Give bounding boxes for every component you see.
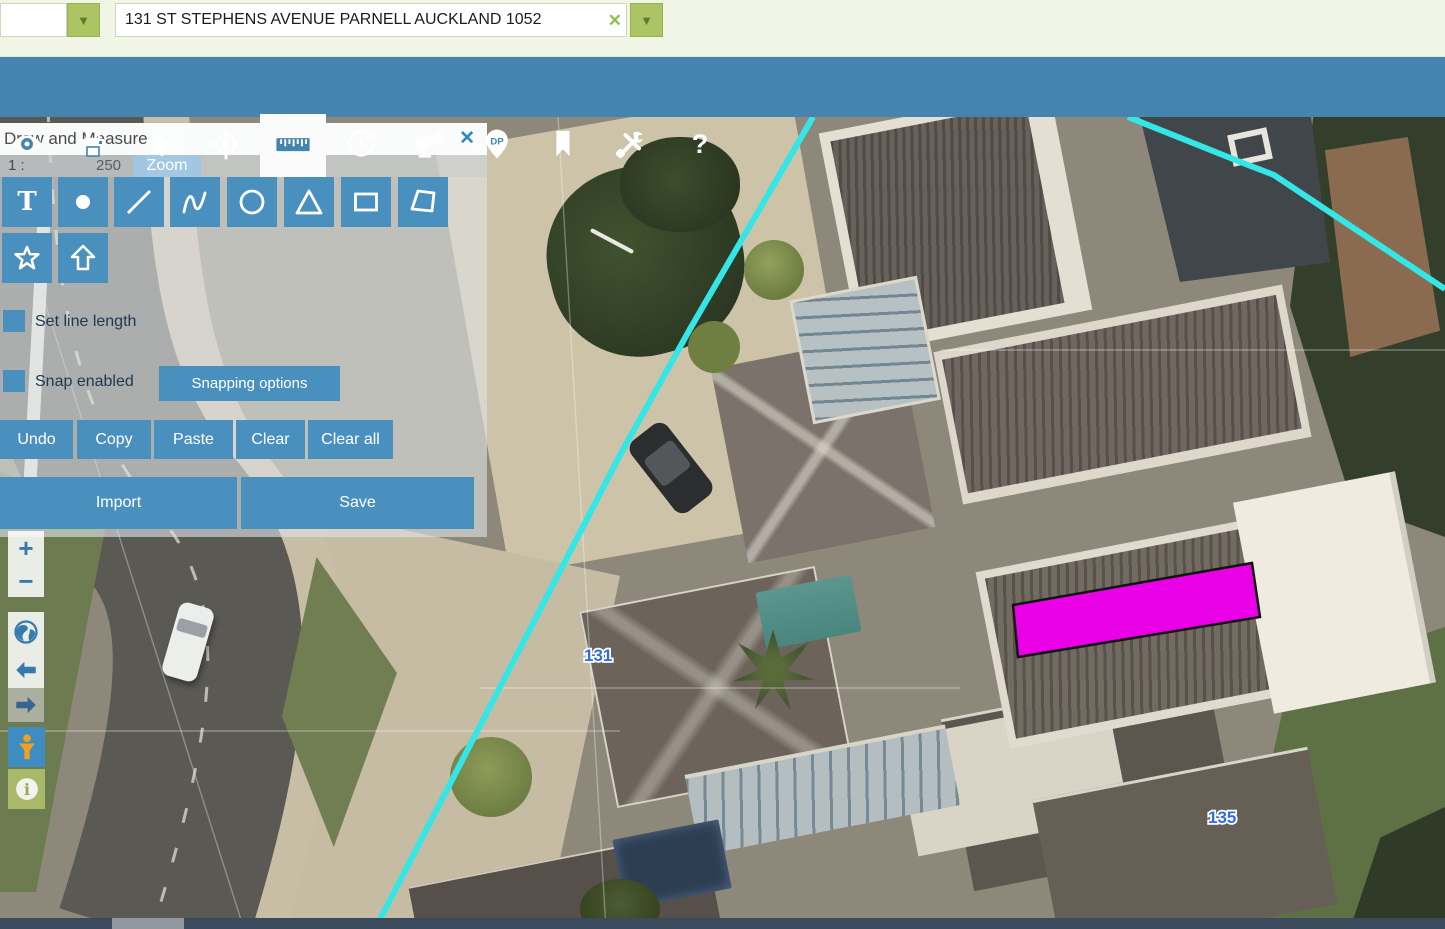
address-dropdown-button[interactable]: ▼ bbox=[630, 3, 663, 37]
info-icon: i bbox=[13, 775, 41, 803]
locate-button[interactable] bbox=[202, 120, 250, 168]
street-view-button[interactable] bbox=[406, 120, 454, 168]
secondary-select-field[interactable] bbox=[0, 3, 67, 37]
view-layers-button[interactable] bbox=[3, 120, 51, 168]
bookmarks-button[interactable] bbox=[539, 120, 587, 168]
measure-button[interactable] bbox=[269, 120, 317, 168]
clear-search-icon[interactable]: ✕ bbox=[608, 11, 622, 31]
wrench-screwdriver-icon bbox=[612, 126, 648, 162]
star-icon bbox=[9, 240, 45, 276]
rectangle-icon bbox=[348, 184, 384, 220]
minus-icon: − bbox=[18, 568, 33, 594]
address-search-input[interactable] bbox=[116, 4, 626, 36]
tool-circle[interactable] bbox=[227, 177, 277, 227]
snap-enabled-checkbox[interactable] bbox=[3, 370, 25, 392]
snap-enabled-label: Snap enabled bbox=[35, 373, 134, 391]
previous-extent-button[interactable] bbox=[8, 652, 44, 688]
snapping-options-button[interactable]: Snapping options bbox=[159, 366, 340, 401]
set-line-length-label: Set line length bbox=[35, 313, 136, 331]
polygon-icon bbox=[405, 184, 441, 220]
tool-rectangle[interactable] bbox=[341, 177, 391, 227]
point-icon bbox=[65, 184, 101, 220]
circle-icon bbox=[234, 184, 270, 220]
next-extent-group bbox=[8, 688, 44, 722]
camera-icon bbox=[412, 126, 448, 162]
bottom-scrollbar-thumb[interactable] bbox=[112, 918, 184, 929]
cursor-icon bbox=[144, 128, 176, 160]
chevron-down-icon: ▼ bbox=[77, 13, 90, 28]
drawn-measure-rectangle[interactable] bbox=[1013, 563, 1260, 657]
globe-icon bbox=[12, 618, 40, 646]
text-tool-icon: T bbox=[17, 187, 36, 217]
tool-text[interactable]: T bbox=[2, 177, 52, 227]
dp-pin-icon: DP bbox=[480, 127, 514, 161]
tool-polygon[interactable] bbox=[398, 177, 448, 227]
identify-info-button[interactable]: i bbox=[8, 769, 45, 809]
print-button[interactable] bbox=[69, 120, 117, 168]
secondary-select-dropdown-button[interactable]: ▼ bbox=[67, 3, 100, 37]
arrow-left-icon bbox=[13, 657, 39, 683]
address-search-field: ✕ bbox=[115, 3, 627, 37]
zoom-control-group: + − bbox=[8, 531, 44, 597]
plus-icon: + bbox=[18, 535, 33, 561]
svg-text:DP: DP bbox=[490, 137, 504, 148]
clear-button[interactable]: Clear bbox=[236, 420, 305, 459]
tool-arrow[interactable] bbox=[58, 233, 108, 283]
question-mark-icon: ? bbox=[692, 129, 709, 160]
clock-history-icon bbox=[344, 127, 378, 161]
nav-control-group bbox=[8, 612, 44, 688]
set-line-length-checkbox[interactable] bbox=[3, 310, 25, 332]
tool-line[interactable] bbox=[114, 177, 164, 227]
parcel-boundary-line-northeast bbox=[1128, 117, 1445, 289]
tools-button[interactable] bbox=[606, 120, 654, 168]
parcel-label-135: 135 bbox=[1208, 808, 1236, 827]
svg-text:i: i bbox=[24, 780, 30, 799]
dp-survey-button[interactable]: DP bbox=[473, 120, 521, 168]
target-icon bbox=[209, 127, 243, 161]
help-button[interactable]: ? bbox=[676, 120, 724, 168]
paste-button[interactable]: Paste bbox=[154, 420, 233, 459]
arrow-right-icon bbox=[13, 692, 39, 718]
next-extent-button[interactable] bbox=[8, 688, 44, 722]
undo-button[interactable]: Undo bbox=[0, 420, 73, 459]
freehand-curve-icon bbox=[177, 184, 213, 220]
ruler-icon bbox=[274, 125, 312, 163]
tool-triangle[interactable] bbox=[284, 177, 334, 227]
bottom-edge-bar bbox=[0, 918, 1445, 929]
zoom-out-button[interactable]: − bbox=[8, 564, 44, 597]
select-pointer-button[interactable] bbox=[136, 120, 184, 168]
save-button[interactable]: Save bbox=[241, 477, 474, 529]
printer-icon bbox=[77, 128, 109, 160]
bookmark-icon bbox=[548, 129, 578, 159]
tool-freehand[interactable] bbox=[170, 177, 220, 227]
chevron-down-icon: ▼ bbox=[640, 13, 653, 28]
eye-icon bbox=[10, 127, 44, 161]
pedestrian-view-button[interactable] bbox=[8, 727, 45, 767]
import-button[interactable]: Import bbox=[0, 477, 237, 529]
history-button[interactable] bbox=[337, 120, 385, 168]
triangle-icon bbox=[291, 184, 327, 220]
main-toolbar: DP ? bbox=[0, 57, 1445, 117]
full-extent-button[interactable] bbox=[8, 612, 44, 652]
draw-measure-panel: Draw and Measure ✕ 1 : 250 Zoom T bbox=[0, 123, 487, 537]
clear-all-button[interactable]: Clear all bbox=[308, 420, 393, 459]
top-search-bar: ▼ ✕ ▼ bbox=[0, 0, 1445, 57]
arrow-up-icon bbox=[65, 240, 101, 276]
line-icon bbox=[121, 184, 157, 220]
person-icon bbox=[13, 732, 41, 762]
parcel-label-131: 131 bbox=[584, 646, 612, 665]
tool-star[interactable] bbox=[2, 233, 52, 283]
zoom-in-button[interactable]: + bbox=[8, 531, 44, 564]
copy-button[interactable]: Copy bbox=[77, 420, 151, 459]
tool-point[interactable] bbox=[58, 177, 108, 227]
